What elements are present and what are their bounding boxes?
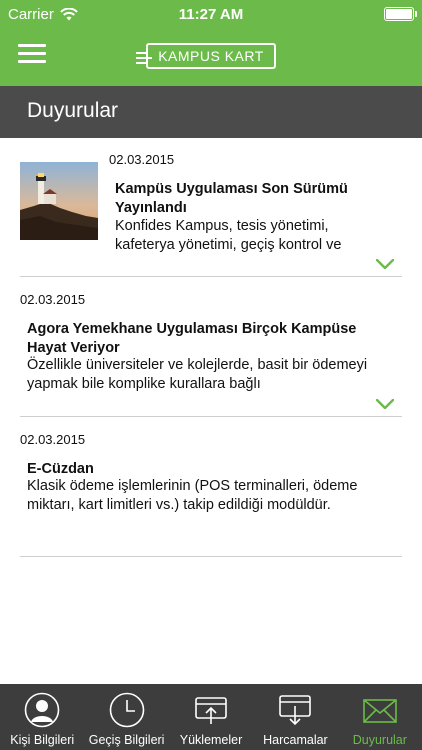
status-bar: Carrier 11:27 AM [0,0,422,30]
announcement-headline: Agora Yemekhane Uygulaması Birçok Kampüs… [27,321,357,356]
logo-speed-lines [136,52,152,67]
announcement-list: 02.03.2015 Kampüs Uygulaması Son Sürümü … [0,138,422,557]
tab-duyurular[interactable]: Duyurular [338,684,422,750]
announcement-date: 02.03.2015 [109,152,175,167]
tab-gecis-bilgileri[interactable]: Geçiş Bilgileri [84,684,168,750]
tab-label: Harcamalar [263,733,328,747]
announcement-item[interactable]: 02.03.2015 Kampüs Uygulaması Son Sürümü … [20,138,402,277]
announcement-headline: Kampüs Uygulaması Son Sürümü Yayınlandı [115,181,348,216]
tab-yuklemeler[interactable]: Yüklemeler [169,684,253,750]
announcement-body: Klasik ödeme işlemlerinin (POS terminall… [27,478,358,513]
page-title: Duyurular [27,99,119,122]
lighthouse-thumbnail [20,162,98,240]
hamburger-icon[interactable] [18,44,46,66]
announcement-date: 02.03.2015 [20,432,86,447]
upload-card-icon [195,697,227,724]
logo-text: KAMPUS KART [158,48,264,64]
page-header: Duyurular [0,86,422,138]
announcement-body: Konfides Kampus, tesis yönetimi, kafeter… [115,218,342,253]
tab-label: Yüklemeler [179,733,243,747]
tab-label: Duyurular [352,733,407,747]
announcement-item[interactable]: 02.03.2015 Agora Yemekhane Uygulaması Bi… [20,277,402,417]
person-icon [24,692,60,728]
navigation-bar: Carrier 11:27 AM KAMPUS KART [0,0,422,86]
envelope-icon [363,699,397,723]
status-time: 11:27 AM [178,6,244,23]
announcement-body: Özellikle üniversiteler ve kolejlerde, b… [27,357,368,392]
announcement-date: 02.03.2015 [20,292,86,307]
tab-harcamalar[interactable]: Harcamalar [253,684,337,750]
kampus-kart-logo: KAMPUS KART [136,43,276,69]
announcement-item[interactable]: 02.03.2015 E-Cüzdan Klasik ödeme işlemle… [20,417,402,557]
clock-icon [109,692,144,728]
chevron-down-icon[interactable] [376,399,394,409]
battery-icon [384,7,417,21]
tab-kisi-bilgileri[interactable]: Kişi Bilgileri [0,684,84,750]
tab-label: Geçiş Bilgileri [88,733,165,747]
chevron-down-icon[interactable] [376,259,394,269]
tab-bar: Kişi Bilgileri Geçiş Bilgileri Yüklemele… [0,684,422,750]
download-card-icon [279,695,312,726]
tab-label: Kişi Bilgileri [10,733,75,747]
